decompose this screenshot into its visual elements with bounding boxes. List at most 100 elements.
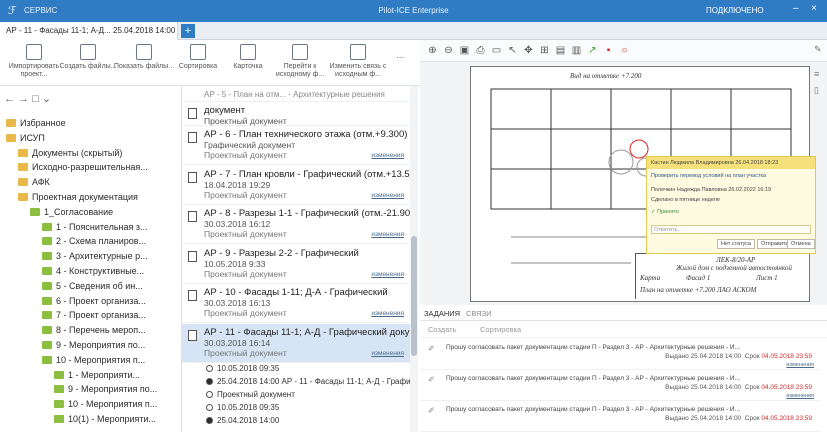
layers-icon[interactable]: ▤ [554,44,567,57]
version-item[interactable]: 25.04.2018 14:00 [182,416,410,428]
viewer-toolbar: ⊕ ⊖ ▣ ⎙ ▭ ↖ ✥ ⊞ ▤ ▥ ↗ ▪ ○ [420,40,827,62]
measure-icon[interactable]: ⊞ [538,44,551,57]
tree-item-label: 3 - Архитектурные р... [56,251,148,262]
status-select[interactable]: Нет статуса [717,239,756,249]
goto-icon [292,44,308,60]
radio-icon[interactable] [206,391,213,399]
version-item[interactable]: 25.04.2018 14:00 АР - 11 - Фасады 11-1; … [182,377,417,389]
connection-status: ПОДКЛЮЧЕНО [706,6,764,15]
changes-link[interactable]: изменения [371,192,404,199]
tab-links[interactable]: СВЯЗИ [466,309,492,318]
task-due-label: Срок [744,353,760,360]
list-item[interactable]: АР - 10 - Фасады 1-11; Д-А - Графический… [182,284,410,323]
rect-markup-icon[interactable]: ▪ [602,44,615,57]
sort-tasks-button[interactable]: Сортировка [480,325,521,334]
task-due: 04.05.2018 23:59 [761,384,812,391]
create-files-button[interactable]: Создать файлы... [56,44,120,71]
radio-icon[interactable] [206,417,213,425]
list-icon[interactable]: ≡ [814,69,827,79]
item-date: 30.03.2018 16:12 [204,219,271,229]
task-changes-link[interactable]: изменения [786,362,814,368]
edit-icon[interactable]: ✎ [814,44,827,55]
radio-icon[interactable] [206,378,213,386]
folder-icon [42,252,52,261]
tab-document[interactable]: АР - 11 - Фасады 11-1; А-Д... 25.04.2018… [0,22,178,40]
file-icon[interactable]: ▯ [814,85,827,96]
item-title: АР - 10 - Фасады 1-11; Д-А - Графический [204,287,388,298]
folder-icon [54,385,64,394]
folder-icon [42,326,52,335]
task-row[interactable]: ✐ Прошу согласовать пакет документации ст… [420,340,820,370]
close-button[interactable]: × [811,3,817,14]
version-item[interactable]: 10.05.2018 09:35 [182,364,410,376]
version-label: 25.04.2018 14:00 АР - 11 - Фасады 11-1; … [217,377,417,386]
task-meta: Выдано 25.04.2018 14:00 Срок 04.05.2018 … [665,415,812,422]
list-item[interactable]: АР - 9 - Разрезы 2-2 - Графический 10.05.… [182,245,410,284]
document-icon [188,211,197,222]
zoom-in-icon[interactable]: ⊕ [426,44,439,57]
add-tab-button[interactable]: + [181,24,195,38]
tree-item[interactable]: 10(1) - Мероприяти... [54,410,156,428]
fit-icon[interactable]: ▭ [490,44,503,57]
show-icon [136,44,152,60]
minimize-button[interactable]: – [793,3,799,14]
folder-icon [6,119,16,127]
version-item[interactable]: 10.05.2018 09:35 [182,403,410,415]
note-icon[interactable]: ▥ [570,44,583,57]
task-row[interactable]: ✐ Прошу согласовать пакет документации ст… [420,371,820,401]
list-item[interactable]: АР - 11 - Фасады 11-1; А-Д - Графический… [182,323,417,363]
changes-link[interactable]: изменения [371,271,404,278]
circle-markup-icon[interactable]: ○ [618,44,631,57]
folder-icon [42,222,52,231]
zoom-out-icon[interactable]: ⊖ [442,44,455,57]
sheet-title: Вид на отметке +7.200 [570,72,642,80]
nav-arrows[interactable]: ← → □ ⌄ [4,92,51,105]
version-item[interactable]: Проектный документ [182,390,410,402]
popup-header: Кастин Людмила Владимировна 26.04.2018 1… [647,157,815,169]
cancel-button[interactable]: Отмена [787,239,815,249]
list-item[interactable]: АР - 7 - План кровли - Графический (отм.… [182,166,417,205]
popup-check[interactable]: ✓ Принято [651,209,679,215]
changes-link[interactable]: изменения [371,152,404,159]
radio-icon[interactable] [206,404,213,412]
change-link-button[interactable]: Изменить связь с исходным ф... [326,44,390,79]
more-icon[interactable]: ... [396,50,404,61]
item-date: 30.03.2018 16:13 [204,298,271,308]
draw-icon[interactable]: ↗ [586,44,599,57]
tree-item-label: 10 - Мероприятия п... [56,354,146,365]
changes-link[interactable]: изменения [371,350,404,357]
toolbar: Импортировать проект... Создать файлы...… [0,40,420,86]
task-icon: ✐ [428,406,435,415]
folder-icon [30,207,40,216]
tab-tasks[interactable]: ЗАДАНИЯ [424,309,460,318]
item-date: 10.05.2018 9:33 [204,258,266,269]
scroll-thumb[interactable] [411,236,417,356]
folder-icon [42,267,52,275]
task-changes-link[interactable]: изменения [786,393,814,399]
tree-item-label: 1_Согласование [44,206,114,217]
pan-icon[interactable]: ✥ [522,44,535,57]
goto-source-button[interactable]: Перейти к исходному ф... [268,44,332,79]
document-icon [188,329,197,341]
tree-item-label: Исходно-разрешительная... [32,162,148,173]
tab-bar: АР - 11 - Фасады 11-1; А-Д... 25.04.2018… [0,22,827,40]
changes-link[interactable]: изменения [371,310,404,317]
list-item[interactable]: документ Проектный документ [182,102,410,126]
document-icon [188,108,197,119]
create-task-button[interactable]: Создать [428,325,457,334]
stamp-role: Карта [640,274,661,282]
task-row[interactable]: ✐ Прошу согласовать пакет документации ст… [420,402,820,432]
save-icon[interactable]: ▣ [458,44,471,57]
radio-icon[interactable] [206,365,213,373]
import-icon [26,44,42,60]
changes-link[interactable]: изменения [371,231,404,238]
list-item[interactable]: АР - 6 - План технического этажа (отм.+9… [182,126,417,165]
list-item[interactable]: АР - 8 - Разрезы 1-1 - Графический (отм.… [182,205,417,244]
reply-input[interactable]: Ответить... [651,225,811,234]
tree-item-label: 10 - Мероприятия п... [68,399,158,410]
select-icon[interactable]: ↖ [506,44,519,57]
list-scrollbar[interactable] [410,86,418,432]
print-icon[interactable]: ⎙ [474,44,487,57]
tree-item-label: 4 - Конструктивные... [56,266,145,276]
folder-icon [42,237,52,246]
